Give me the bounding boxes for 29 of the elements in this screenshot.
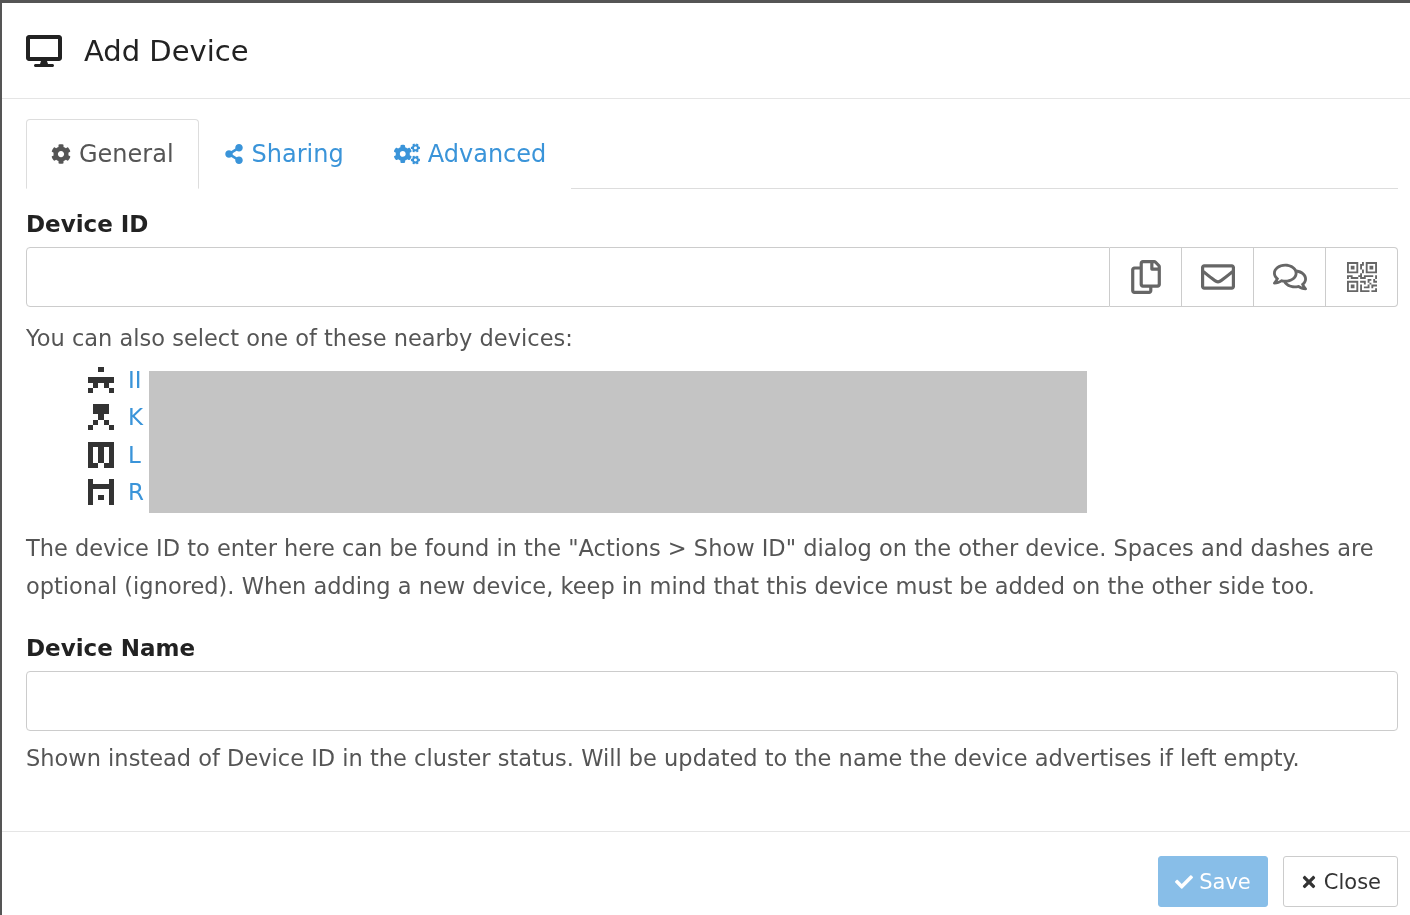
email-button[interactable] [1182,247,1254,307]
field-label: Device Name [26,635,197,661]
qr-code-icon [1346,262,1377,292]
close-button[interactable]: Close [1282,856,1398,907]
device-link[interactable]: II [128,366,142,393]
help-text: Shown instead of Device ID in the cluster status. Will be updated to the name the device advertises if left empty. [26,744,1301,773]
copy-icon [1128,260,1163,294]
device-link[interactable]: L [128,441,141,468]
device-link[interactable]: R [128,479,144,506]
tab[interactable]: General [26,119,199,189]
field-label: Device ID [26,211,150,237]
qr-code-button[interactable] [1326,247,1398,307]
nearby-hint: You can also select one of these nearby devices: [26,324,574,353]
identicon-icon [88,404,114,431]
identicon-icon [88,366,114,393]
message-button[interactable] [1254,247,1326,307]
share-icon [223,144,244,164]
identicon-icon [88,441,114,468]
monitor-icon [26,32,62,69]
identicon-icon [88,479,114,506]
check-icon [1175,872,1194,891]
device-link[interactable]: K [128,404,144,431]
device-id-field[interactable] [26,247,1110,307]
copy-button[interactable] [1110,247,1182,307]
help-text: The device ID to enter here can be found in the "Actions > Show ID" dialog on the other device. Spaces and dashes are optional (ignored). When adding a new device, keep in mind that this device must be added on the other side too. [26,534,1375,601]
dialog-title: Add Device [84,33,249,68]
gears-icon [393,141,420,167]
device-name-field[interactable] [26,671,1398,731]
gear-icon [51,144,71,164]
